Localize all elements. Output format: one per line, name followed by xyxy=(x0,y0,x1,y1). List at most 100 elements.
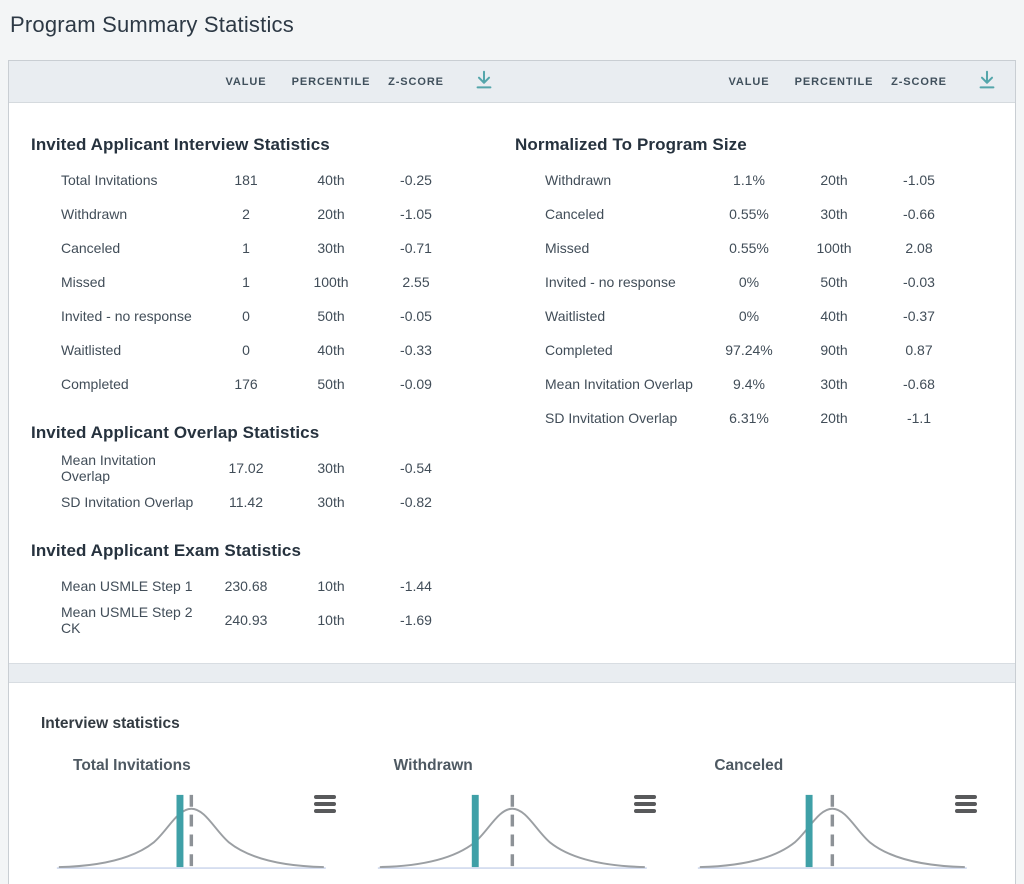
row-zscore: -1.44 xyxy=(376,578,456,594)
row-zscore: 2.55 xyxy=(376,274,456,290)
table-row: Canceled 1 30th -0.71 xyxy=(61,231,456,265)
row-value: 0.55% xyxy=(709,240,789,256)
stats-body: Invited Applicant Interview Statistics T… xyxy=(9,103,1015,663)
row-zscore: -0.03 xyxy=(879,274,959,290)
row-zscore: -1.69 xyxy=(376,612,456,628)
table-row: Missed 1 100th 2.55 xyxy=(61,265,456,299)
percentile-marker xyxy=(177,795,184,867)
row-value: 0% xyxy=(709,274,789,290)
stats-column-right: Normalized To Program Size Withdrawn 1.1… xyxy=(512,113,1015,637)
column-header-zscore: Z-SCORE xyxy=(879,76,959,88)
table-row: Withdrawn 1.1% 20th -1.05 xyxy=(545,163,959,197)
row-value: 0% xyxy=(709,308,789,324)
row-value: 1 xyxy=(206,274,286,290)
row-value: 0 xyxy=(206,342,286,358)
download-button-left[interactable] xyxy=(470,68,498,96)
percentile-marker xyxy=(806,795,813,867)
row-zscore: 0.87 xyxy=(879,342,959,358)
chart-total-invitations: Total Invitations 0% 2% 16% 50% 8 xyxy=(31,757,352,884)
row-percentile: 10th xyxy=(286,612,376,628)
row-value: 176 xyxy=(206,376,286,392)
row-label: Waitlisted xyxy=(61,342,206,358)
row-label: Mean USMLE Step 1 xyxy=(61,578,206,594)
row-percentile: 100th xyxy=(286,274,376,290)
row-percentile: 10th xyxy=(286,578,376,594)
row-label: Mean Invitation Overlap xyxy=(545,376,709,392)
table-row: SD Invitation Overlap 11.42 30th -0.82 xyxy=(61,485,456,519)
section-title: Invited Applicant Overlap Statistics xyxy=(31,423,512,443)
chart-canceled: Canceled 0% 2% 16% 50% 84% xyxy=(672,757,993,884)
row-percentile: 30th xyxy=(286,494,376,510)
column-header-value: VALUE xyxy=(709,76,789,88)
row-percentile: 20th xyxy=(286,206,376,222)
row-zscore: -0.68 xyxy=(879,376,959,392)
row-value: 11.42 xyxy=(206,494,286,510)
plot-area: 0% 2% 16% 50% 84% 98% 100% xyxy=(684,785,981,884)
row-label: Invited - no response xyxy=(545,274,709,290)
table-row: Total Invitations 181 40th -0.25 xyxy=(61,163,456,197)
row-value: 0.55% xyxy=(709,206,789,222)
table-row: Missed 0.55% 100th 2.08 xyxy=(545,231,959,265)
row-percentile: 50th xyxy=(789,274,879,290)
section-title: Normalized To Program Size xyxy=(515,135,1015,155)
table-row: Mean USMLE Step 1 230.68 10th -1.44 xyxy=(61,569,456,603)
row-label: Mean USMLE Step 2 CK xyxy=(61,604,206,636)
row-percentile: 50th xyxy=(286,376,376,392)
chart-title: Total Invitations xyxy=(73,757,340,775)
table-row: Invited - no response 0% 50th -0.03 xyxy=(545,265,959,299)
row-label: Completed xyxy=(61,376,206,392)
row-label: Waitlisted xyxy=(545,308,709,324)
chart-title: Canceled xyxy=(714,757,981,775)
section-title: Invited Applicant Exam Statistics xyxy=(31,541,512,561)
row-label: Withdrawn xyxy=(545,172,709,188)
charts-row: Total Invitations 0% 2% 16% 50% 8 xyxy=(31,757,993,884)
row-zscore: -1.05 xyxy=(376,206,456,222)
download-icon xyxy=(473,69,495,94)
chart-menu-button[interactable] xyxy=(312,793,338,815)
chart-withdrawn: Withdrawn 0% 2% 16% 50% 84% xyxy=(352,757,673,884)
row-label: Canceled xyxy=(545,206,709,222)
download-icon xyxy=(976,69,998,94)
plot-area: 0% 2% 16% 50% 84% 98% 100% xyxy=(43,785,340,884)
table-row: Invited - no response 0 50th -0.05 xyxy=(61,299,456,333)
row-zscore: -0.09 xyxy=(376,376,456,392)
header-group-right: VALUE PERCENTILE Z-SCORE xyxy=(512,61,1015,102)
plot-area: 0% 2% 16% 50% 84% 98% 100% xyxy=(364,785,661,884)
table-row: Mean Invitation Overlap 17.02 30th -0.54 xyxy=(61,451,456,485)
column-header-zscore: Z-SCORE xyxy=(376,76,456,88)
chart-menu-button[interactable] xyxy=(632,793,658,815)
row-zscore: -0.37 xyxy=(879,308,959,324)
table-row: Completed 97.24% 90th 0.87 xyxy=(545,333,959,367)
distribution-plot: 0% 2% 16% 50% 84% 98% 100% xyxy=(43,785,340,884)
table-row: Mean USMLE Step 2 CK 240.93 10th -1.69 xyxy=(61,603,456,637)
row-percentile: 30th xyxy=(286,460,376,476)
row-value: 1.1% xyxy=(709,172,789,188)
stats-column-left: Invited Applicant Interview Statistics T… xyxy=(9,113,512,637)
row-percentile: 50th xyxy=(286,308,376,324)
row-zscore: -0.66 xyxy=(879,206,959,222)
row-percentile: 30th xyxy=(789,376,879,392)
table-row: SD Invitation Overlap 6.31% 20th -1.1 xyxy=(545,401,959,435)
table-row: Canceled 0.55% 30th -0.66 xyxy=(545,197,959,231)
row-value: 0 xyxy=(206,308,286,324)
download-button-right[interactable] xyxy=(973,68,1001,96)
header-group-left: VALUE PERCENTILE Z-SCORE xyxy=(9,61,512,102)
column-header-percentile: PERCENTILE xyxy=(286,76,376,88)
row-percentile: 20th xyxy=(789,172,879,188)
row-label: Total Invitations xyxy=(61,172,206,188)
summary-card: VALUE PERCENTILE Z-SCORE VALUE PERCENTIL… xyxy=(8,60,1016,884)
table-row: Waitlisted 0% 40th -0.37 xyxy=(545,299,959,333)
page-title: Program Summary Statistics xyxy=(0,0,1024,38)
row-percentile: 40th xyxy=(789,308,879,324)
row-value: 17.02 xyxy=(206,460,286,476)
chart-menu-button[interactable] xyxy=(953,793,979,815)
row-percentile: 40th xyxy=(286,172,376,188)
row-value: 6.31% xyxy=(709,410,789,426)
row-percentile: 30th xyxy=(286,240,376,256)
row-value: 1 xyxy=(206,240,286,256)
row-value: 240.93 xyxy=(206,612,286,628)
row-label: Invited - no response xyxy=(61,308,206,324)
row-zscore: 2.08 xyxy=(879,240,959,256)
table-header-bar: VALUE PERCENTILE Z-SCORE VALUE PERCENTIL… xyxy=(9,61,1015,103)
row-zscore: -1.1 xyxy=(879,410,959,426)
